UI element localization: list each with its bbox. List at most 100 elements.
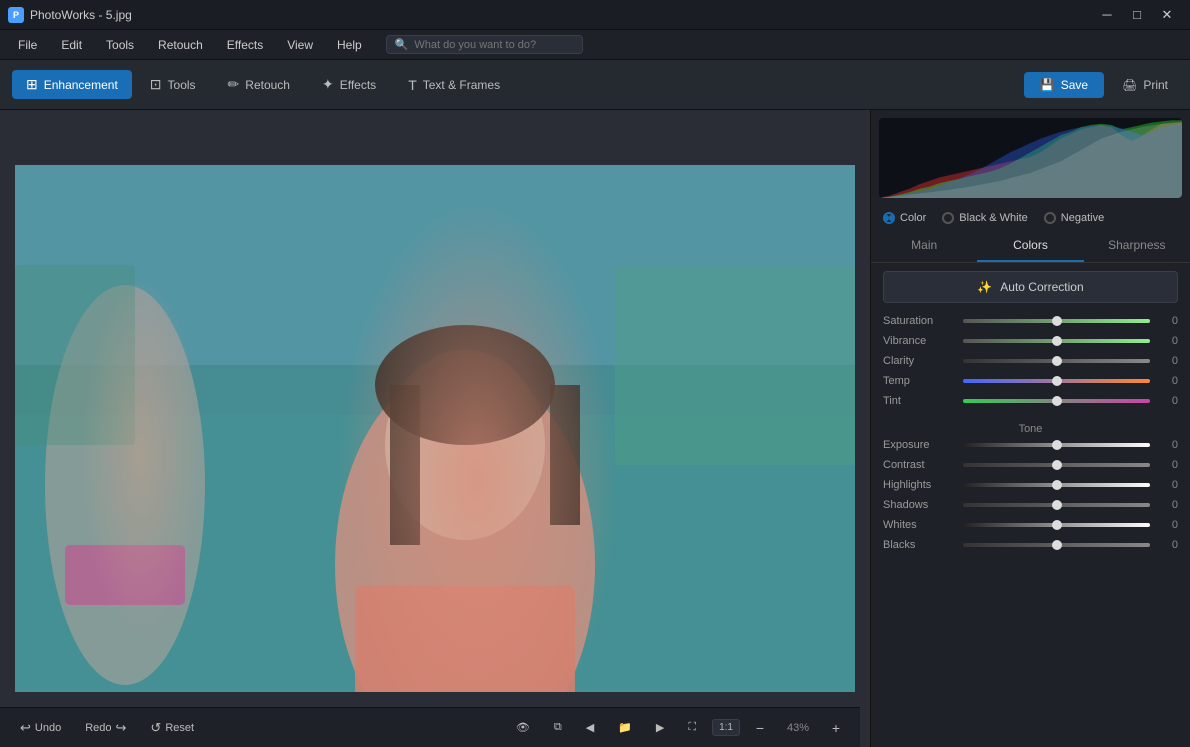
tab-effects[interactable]: ✦ Effects (308, 70, 390, 99)
retouch-icon: ✏ (228, 76, 240, 93)
eye-button[interactable]: 👁 (508, 717, 538, 738)
auto-correction-icon: ✨ (977, 280, 992, 294)
highlights-value: 0 (1158, 479, 1178, 491)
sliders-tone: Exposure 0 Contrast 0 Highlights 0 (871, 439, 1190, 559)
compare-button[interactable]: ⧉ (546, 717, 570, 738)
histogram (879, 118, 1182, 198)
minimize-button[interactable]: ─ (1092, 0, 1122, 30)
reset-button[interactable]: ↺ Reset (142, 716, 202, 740)
zoom-in-button[interactable]: + (824, 716, 848, 740)
color-mode-color[interactable]: Color (883, 212, 926, 224)
folder-button[interactable]: 📁 (610, 717, 640, 738)
blacks-value: 0 (1158, 539, 1178, 551)
menu-file[interactable]: File (8, 34, 47, 56)
menu-view[interactable]: View (277, 34, 323, 56)
redo-button[interactable]: Redo ↪ (77, 716, 134, 740)
save-button[interactable]: 💾 Save (1024, 72, 1104, 98)
tab-enhancement[interactable]: ⊞ Enhancement (12, 70, 132, 99)
shadows-label: Shadows (883, 499, 955, 511)
tab-sharpness[interactable]: Sharpness (1084, 230, 1190, 262)
tab-textframes[interactable]: T Text & Frames (394, 71, 514, 99)
contrast-slider[interactable] (963, 463, 1150, 467)
canvas-area[interactable] (0, 110, 870, 747)
exposure-slider[interactable] (963, 443, 1150, 447)
vibrance-row: Vibrance 0 (883, 335, 1178, 347)
color-mode-bw[interactable]: Black & White (942, 212, 1027, 224)
close-button[interactable]: ✕ (1152, 0, 1182, 30)
undo-button[interactable]: ↩ Undo (12, 716, 69, 740)
tint-row: Tint 0 (883, 395, 1178, 407)
tab-retouch[interactable]: ✏ Retouch (214, 70, 304, 99)
auto-correction-label: Auto Correction (1000, 280, 1083, 294)
saturation-thumb[interactable] (1052, 316, 1062, 326)
contrast-label: Contrast (883, 459, 955, 471)
textframes-icon: T (408, 77, 417, 93)
toolbar-right: 💾 Save 🖨 Print (1024, 72, 1178, 98)
highlights-row: Highlights 0 (883, 479, 1178, 491)
exposure-thumb[interactable] (1052, 440, 1062, 450)
vibrance-thumb[interactable] (1052, 336, 1062, 346)
enhancement-icon: ⊞ (26, 76, 38, 93)
zoom-1to1-button[interactable]: 1:1 (712, 719, 740, 736)
contrast-thumb[interactable] (1052, 460, 1062, 470)
menu-effects[interactable]: Effects (217, 34, 273, 56)
whites-thumb[interactable] (1052, 520, 1062, 530)
photo-svg (15, 165, 855, 692)
temp-slider[interactable] (963, 379, 1150, 383)
clarity-slider[interactable] (963, 359, 1150, 363)
color-mode: Color Black & White Negative (871, 206, 1190, 230)
zoom-out-button[interactable]: − (748, 716, 772, 740)
vibrance-label: Vibrance (883, 335, 955, 347)
fullscreen-button[interactable]: ⛶ (680, 717, 704, 738)
tint-slider[interactable] (963, 399, 1150, 403)
exposure-row: Exposure 0 (883, 439, 1178, 451)
tint-thumb[interactable] (1052, 396, 1062, 406)
whites-slider[interactable] (963, 523, 1150, 527)
negative-radio-dot (1044, 212, 1056, 224)
auto-correction-button[interactable]: ✨ Auto Correction (883, 271, 1178, 303)
tab-tools[interactable]: ⊡ Tools (136, 70, 210, 99)
shadows-thumb[interactable] (1052, 500, 1062, 510)
tab-colors[interactable]: Colors (977, 230, 1083, 262)
canvas-section: ↩ Undo Redo ↪ ↺ Reset 👁 ⧉ ◀ 📁 (0, 110, 870, 747)
reset-label: Reset (165, 722, 194, 734)
next-button[interactable]: ▶ (648, 717, 672, 738)
highlights-label: Highlights (883, 479, 955, 491)
highlights-thumb[interactable] (1052, 480, 1062, 490)
menu-retouch[interactable]: Retouch (148, 34, 213, 56)
photo-display (15, 165, 855, 692)
search-box[interactable]: 🔍 (386, 35, 584, 54)
saturation-value: 0 (1158, 315, 1178, 327)
menu-edit[interactable]: Edit (51, 34, 92, 56)
bw-radio-dot (942, 212, 954, 224)
maximize-button[interactable]: □ (1122, 0, 1152, 30)
retouch-label: Retouch (245, 78, 290, 92)
menu-help[interactable]: Help (327, 34, 372, 56)
shadows-slider[interactable] (963, 503, 1150, 507)
search-input[interactable] (414, 39, 574, 51)
tint-label: Tint (883, 395, 955, 407)
whites-value: 0 (1158, 519, 1178, 531)
blacks-thumb[interactable] (1052, 540, 1062, 550)
tint-value: 0 (1158, 395, 1178, 407)
tab-main[interactable]: Main (871, 230, 977, 262)
vibrance-slider[interactable] (963, 339, 1150, 343)
menu-tools[interactable]: Tools (96, 34, 144, 56)
blacks-slider[interactable] (963, 543, 1150, 547)
print-button[interactable]: 🖨 Print (1112, 72, 1178, 98)
folder-icon: 📁 (618, 721, 632, 734)
temp-label: Temp (883, 375, 955, 387)
main-area: ↩ Undo Redo ↪ ↺ Reset 👁 ⧉ ◀ 📁 (0, 110, 1190, 747)
tone-section-label: Tone (871, 415, 1190, 439)
temp-thumb[interactable] (1052, 376, 1062, 386)
color-mode-negative-label: Negative (1061, 212, 1104, 224)
save-icon: 💾 (1040, 78, 1055, 92)
saturation-slider[interactable] (963, 319, 1150, 323)
clarity-thumb[interactable] (1052, 356, 1062, 366)
next-icon: ▶ (656, 721, 664, 734)
saturation-label: Saturation (883, 315, 955, 327)
prev-button[interactable]: ◀ (578, 717, 602, 738)
highlights-slider[interactable] (963, 483, 1150, 487)
color-mode-negative[interactable]: Negative (1044, 212, 1104, 224)
bottombar: ↩ Undo Redo ↪ ↺ Reset 👁 ⧉ ◀ 📁 (0, 707, 860, 747)
